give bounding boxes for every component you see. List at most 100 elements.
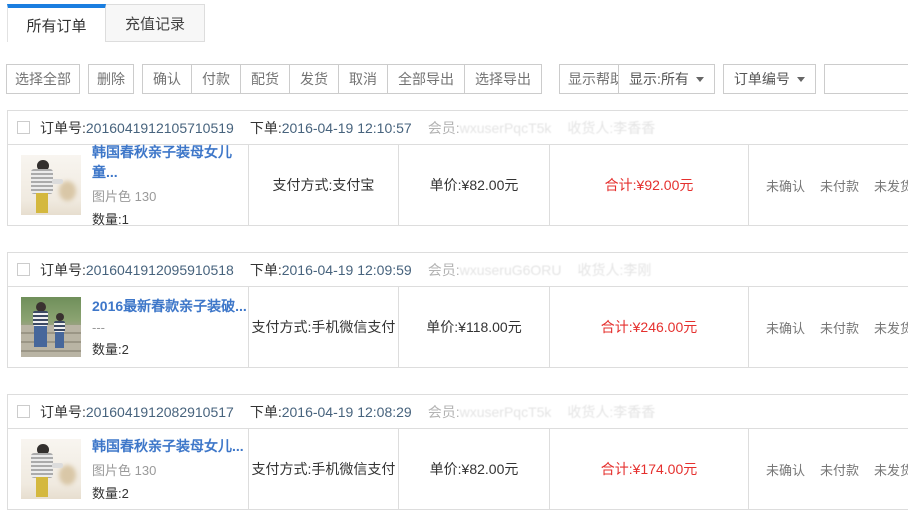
order-block: 订单号:2016041912105710519 下单:2016-04-19 12… [7, 110, 908, 226]
order-total: 合计:¥246.00元 [549, 287, 748, 367]
order-total: 合计:¥174.00元 [549, 429, 748, 509]
order-checkbox[interactable] [17, 121, 30, 134]
thumbnail-art-shape [36, 477, 48, 497]
payment-method: 支付方式:手机微信支付 [248, 287, 398, 367]
display-filter-dropdown[interactable]: 显示:所有 [618, 64, 715, 94]
product-quantity: 数量:2 [92, 339, 247, 358]
tab-all-orders[interactable]: 所有订单 [7, 4, 106, 42]
thumbnail-art-shape [21, 325, 81, 357]
thumbnail-art-shape [52, 463, 63, 468]
search-field-label: 订单编号 [734, 69, 790, 89]
pay-button[interactable]: 付款 [192, 65, 241, 93]
tab-all-orders-label: 所有订单 [26, 15, 86, 36]
order-checkbox[interactable] [17, 263, 30, 276]
order-total: 合计:¥92.00元 [549, 145, 748, 225]
order-list: 订单号:2016041912105710519 下单:2016-04-19 12… [0, 110, 908, 510]
tab-recharge-records[interactable]: 充值记录 [106, 4, 205, 42]
order-search-input[interactable] [824, 64, 908, 94]
thumbnail-art-shape [54, 321, 65, 332]
export-selected-button[interactable]: 选择导出 [465, 65, 541, 93]
product-info: 韩国春秋亲子装母女儿童... 图片色 130 数量:1 [92, 142, 248, 228]
order-header: 订单号:2016041912095910518 下单:2016-04-19 12… [8, 253, 908, 287]
order-time-value: 2016-04-19 12:10:57 [282, 120, 412, 136]
unit-price: 单价:¥118.00元 [398, 287, 549, 367]
status-unshipped: 未发货 [874, 460, 908, 479]
thumbnail-art-shape [31, 453, 53, 478]
thumbnail-art-shape [33, 311, 48, 326]
order-header: 订单号:2016041912082910517 下单:2016-04-19 12… [8, 395, 908, 429]
order-block: 订单号:2016041912095910518 下单:2016-04-19 12… [7, 252, 908, 368]
thumbnail-art-shape [59, 465, 76, 485]
product-color: 图片色 130 [92, 186, 248, 205]
product-cell: 2016最新春款亲子装破... --- 数量:2 [8, 287, 248, 367]
status-unconfirmed: 未确认 [766, 176, 805, 195]
product-title-link[interactable]: 韩国春秋亲子装母女儿... [92, 436, 244, 456]
display-filter-label: 显示:所有 [629, 69, 689, 89]
allocate-button[interactable]: 配货 [241, 65, 290, 93]
order-header: 订单号:2016041912105710519 下单:2016-04-19 12… [8, 111, 908, 145]
toolbar: 选择全部 删除 确认 付款 配货 发货 取消 全部导出 选择导出 显示帮助 显示… [6, 64, 908, 94]
member-label: 会员: [428, 402, 460, 422]
order-time-value: 2016-04-19 12:08:29 [282, 404, 412, 420]
product-title-link[interactable]: 2016最新春款亲子装破... [92, 296, 247, 316]
order-row: 韩国春秋亲子装母女儿童... 图片色 130 数量:1 支付方式:支付宝 单价:… [8, 145, 908, 225]
ship-button[interactable]: 发货 [290, 65, 339, 93]
status-unpaid: 未付款 [820, 176, 859, 195]
status-unconfirmed: 未确认 [766, 318, 805, 337]
status-unshipped: 未发货 [874, 176, 908, 195]
order-time-label: 下单: [250, 260, 282, 280]
export-all-button[interactable]: 全部导出 [388, 65, 465, 93]
payment-method: 支付方式:手机微信支付 [248, 429, 398, 509]
order-block: 订单号:2016041912082910517 下单:2016-04-19 12… [7, 394, 908, 510]
select-all-button[interactable]: 选择全部 [6, 64, 80, 94]
product-quantity: 数量:2 [92, 483, 244, 502]
product-thumbnail[interactable] [21, 297, 81, 357]
caret-down-icon [797, 77, 805, 82]
product-cell: 韩国春秋亲子装母女儿... 图片色 130 数量:2 [8, 429, 248, 509]
order-time-label: 下单: [250, 118, 282, 138]
order-row: 2016最新春款亲子装破... --- 数量:2 支付方式:手机微信支付 单价:… [8, 287, 908, 367]
order-checkbox[interactable] [17, 405, 30, 418]
thumbnail-art-shape [52, 179, 63, 184]
thumbnail-art-shape [56, 313, 64, 321]
search-field-dropdown[interactable]: 订单编号 [723, 64, 816, 94]
caret-down-icon [696, 77, 704, 82]
payment-method: 支付方式:支付宝 [248, 145, 398, 225]
member-label: 会员: [428, 118, 460, 138]
member-label: 会员: [428, 260, 460, 280]
order-no-value: 2016041912095910518 [86, 262, 234, 278]
status-unpaid: 未付款 [820, 318, 859, 337]
member-value: wxuserPqcT5k [460, 404, 552, 420]
confirm-button[interactable]: 确认 [143, 65, 192, 93]
status-cell: 未确认 未付款 未发货 [748, 287, 908, 367]
tab-bar: 所有订单 充值记录 [0, 0, 908, 42]
product-info: 2016最新春款亲子装破... --- 数量:2 [92, 296, 247, 358]
product-thumbnail[interactable] [21, 155, 81, 215]
status-unshipped: 未发货 [874, 318, 908, 337]
order-no-label: 订单号: [40, 260, 86, 280]
toolbar-right: 显示:所有 订单编号 [618, 64, 908, 94]
unit-price: 单价:¥82.00元 [398, 429, 549, 509]
status-cell: 未确认 未付款 未发货 [748, 429, 908, 509]
thumbnail-art-shape [59, 181, 76, 201]
product-cell: 韩国春秋亲子装母女儿童... 图片色 130 数量:1 [8, 145, 248, 225]
recipient-value: 收货人:李刚 [578, 260, 652, 280]
product-thumbnail[interactable] [21, 439, 81, 499]
product-color: 图片色 130 [92, 460, 244, 479]
order-row: 韩国春秋亲子装母女儿... 图片色 130 数量:2 支付方式:手机微信支付 单… [8, 429, 908, 509]
status-unpaid: 未付款 [820, 460, 859, 479]
action-button-group: 确认 付款 配货 发货 取消 全部导出 选择导出 [142, 64, 542, 94]
delete-button[interactable]: 删除 [88, 64, 134, 94]
status-unconfirmed: 未确认 [766, 460, 805, 479]
order-time-value: 2016-04-19 12:09:59 [282, 262, 412, 278]
product-title-link[interactable]: 韩国春秋亲子装母女儿童... [92, 142, 248, 182]
product-info: 韩国春秋亲子装母女儿... 图片色 130 数量:2 [92, 436, 244, 502]
tab-recharge-records-label: 充值记录 [125, 13, 185, 34]
order-management-page: 所有订单 充值记录 选择全部 删除 确认 付款 配货 发货 取消 全部导出 选择… [0, 0, 908, 512]
cancel-button[interactable]: 取消 [339, 65, 388, 93]
recipient-value: 收货人:李香香 [567, 118, 655, 138]
thumbnail-art-shape [34, 326, 47, 347]
order-no-value: 2016041912105710519 [86, 120, 234, 136]
order-no-value: 2016041912082910517 [86, 404, 234, 420]
recipient-value: 收货人:李香香 [567, 402, 655, 422]
